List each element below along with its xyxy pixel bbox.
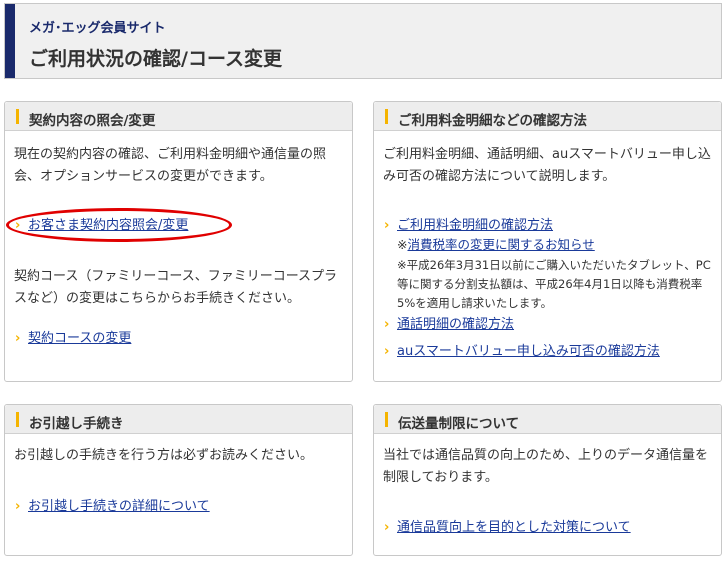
chevron-right-icon: › [15, 331, 21, 346]
billing-statement-link[interactable]: ご利用料金明細の確認方法 [397, 218, 553, 233]
page-header: メガ･エッグ会員サイト ご利用状況の確認/コース変更 [4, 3, 722, 79]
panel-contract-title: 契約内容の照会/変更 [29, 113, 156, 129]
heading-mark-icon [16, 412, 19, 427]
chevron-right-icon: › [384, 218, 390, 233]
moving-details-link[interactable]: お引越し手続きの詳細について [28, 499, 210, 514]
call-statement-link[interactable]: 通話明細の確認方法 [397, 317, 514, 332]
chevron-right-icon: › [384, 520, 390, 535]
au-smart-value-link[interactable]: auスマートバリュー申し込み可否の確認方法 [397, 344, 660, 359]
traffic-measures-link[interactable]: 通信品質向上を目的とした対策について [397, 520, 631, 535]
highlight-ellipse [6, 208, 232, 242]
chevron-right-icon: › [384, 344, 390, 359]
panel-contract: 契約内容の照会/変更 現在の契約内容の確認、ご利用料金明細や通信量の照会、オプシ… [4, 101, 353, 382]
panel-moving-title: お引越し手続き [29, 416, 124, 432]
chevron-right-icon: › [384, 317, 390, 332]
chevron-right-icon: › [15, 499, 21, 514]
traffic-measures-link-row: › 通信品質向上を目的とした対策について [384, 518, 631, 538]
tax-notice-link[interactable]: 消費税率の変更に関するお知らせ [407, 237, 594, 252]
billing-statement-link-row: › ご利用料金明細の確認方法 [384, 216, 553, 236]
heading-mark-icon [385, 412, 388, 427]
call-statement-link-row: › 通話明細の確認方法 [384, 315, 514, 335]
installment-tax-note: ※平成26年3月31日以前にご購入いただいたタブレット、PC等に関する分割支払額… [397, 258, 711, 310]
site-name: メガ･エッグ会員サイト [29, 21, 166, 36]
panel-contract-course-description: 契約コース（ファミリーコース、ファミリーコースプラスなど）の変更はこちらからお手… [14, 269, 338, 306]
panel-contract-header: 契約内容の照会/変更 [5, 102, 352, 131]
panel-moving: お引越し手続き お引越しの手続きを行う方は必ずお読みください。 › お引越し手続… [4, 404, 353, 556]
heading-mark-icon [385, 109, 388, 124]
header-accent-bar [5, 4, 15, 78]
contract-course-change-link[interactable]: 契約コースの変更 [28, 331, 131, 346]
tax-notice-row: ※消費税率の変更に関するお知らせ [397, 235, 595, 255]
panel-billing-title: ご利用料金明細などの確認方法 [398, 113, 587, 129]
panel-billing-description: ご利用料金明細、通話明細、auスマートバリュー申し込み可否の確認方法について説明… [383, 147, 711, 184]
panel-billing: ご利用料金明細などの確認方法 ご利用料金明細、通話明細、auスマートバリュー申し… [373, 101, 722, 382]
panel-traffic: 伝送量制限について 当社では通信品質の向上のため、上りのデータ通信量を制限してお… [373, 404, 722, 556]
panel-traffic-header: 伝送量制限について [374, 405, 721, 434]
note-mark: ※ [397, 237, 408, 252]
panel-moving-header: お引越し手続き [5, 405, 352, 434]
panel-contract-description: 現在の契約内容の確認、ご利用料金明細や通信量の照会、オプションサービスの変更がで… [14, 147, 327, 184]
panel-traffic-title: 伝送量制限について [398, 416, 520, 432]
page-title: ご利用状況の確認/コース変更 [29, 48, 282, 70]
moving-details-link-row: › お引越し手続きの詳細について [15, 497, 210, 517]
panel-billing-header: ご利用料金明細などの確認方法 [374, 102, 721, 131]
panel-moving-description: お引越しの手続きを行う方は必ずお読みください。 [14, 448, 314, 463]
au-smart-value-link-row: › auスマートバリュー申し込み可否の確認方法 [384, 342, 660, 362]
panel-traffic-description: 当社では通信品質の向上のため、上りのデータ通信量を制限しております。 [383, 448, 709, 485]
contract-course-change-link-row: › 契約コースの変更 [15, 329, 131, 349]
heading-mark-icon [16, 109, 19, 124]
